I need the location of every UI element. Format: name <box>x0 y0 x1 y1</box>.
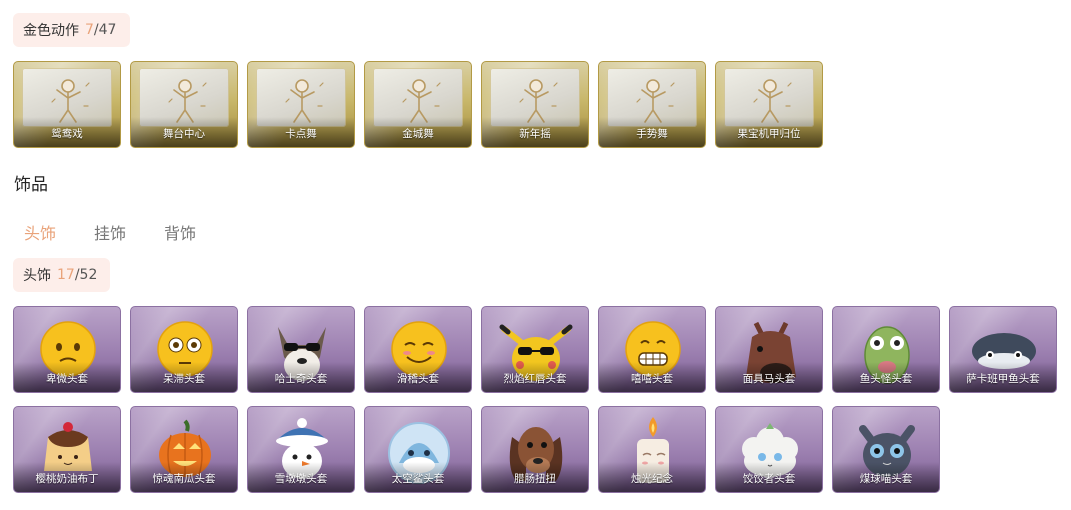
head-accessory-counter: 头饰 17 / 52 <box>13 258 110 292</box>
head-accessory-card[interactable]: 雪墩墩头套 <box>247 406 355 493</box>
card-label: 金城舞 <box>402 128 434 140</box>
tab-back-accessory[interactable]: 背饰 <box>164 220 196 244</box>
accessories-section-title: 饰品 <box>14 175 48 195</box>
card-label: 雪墩墩头套 <box>274 473 328 485</box>
card-label: 卡点舞 <box>285 128 317 140</box>
head-accessory-card[interactable]: 煤球喵头套 <box>832 406 940 493</box>
card-label: 呆滞头套 <box>163 373 205 385</box>
head-accessory-card[interactable]: 太空鲨头套 <box>364 406 472 493</box>
head-accessory-card[interactable]: 呆滞头套 <box>130 306 238 393</box>
gold-actions-total: 47 <box>98 22 117 38</box>
head-accessory-card[interactable]: 哈士奇头套 <box>247 306 355 393</box>
card-label: 舞台中心 <box>163 128 205 140</box>
tab-hanging-accessory[interactable]: 挂饰 <box>94 220 126 244</box>
card-label: 饺饺者头套 <box>742 473 796 485</box>
card-label: 嘻嘻头套 <box>631 373 673 385</box>
card-label: 烛光纪念 <box>631 473 673 485</box>
card-label: 萨卡班甲鱼头套 <box>966 373 1040 385</box>
head-accessory-card[interactable]: 面具马头套 <box>715 306 823 393</box>
card-label: 烈焰红唇头套 <box>503 373 567 385</box>
head-accessory-card[interactable]: 卑微头套 <box>13 306 121 393</box>
gold-action-card[interactable]: 金城舞 <box>364 61 472 148</box>
card-label: 太空鲨头套 <box>391 473 445 485</box>
card-label: 卑微头套 <box>46 373 88 385</box>
gold-action-card[interactable]: 鸳鸯戏 <box>13 61 121 148</box>
gold-action-card[interactable]: 果宝机甲归位 <box>715 61 823 148</box>
gold-actions-owned: 7 <box>85 22 94 38</box>
card-label: 煤球喵头套 <box>859 473 913 485</box>
head-accessory-card[interactable]: 烈焰红唇头套 <box>481 306 589 393</box>
card-label: 惊魂南瓜头套 <box>152 473 216 485</box>
gold-action-card[interactable]: 手势舞 <box>598 61 706 148</box>
card-label: 手势舞 <box>636 128 668 140</box>
head-accessory-owned: 17 <box>57 267 75 283</box>
gold-action-card[interactable]: 舞台中心 <box>130 61 238 148</box>
head-accessory-card[interactable]: 惊魂南瓜头套 <box>130 406 238 493</box>
gold-actions-grid: 鸳鸯戏 舞台中心 卡点舞 金城舞 新年摇 手势舞 果宝机甲归位 <box>13 61 823 148</box>
gold-action-card[interactable]: 卡点舞 <box>247 61 355 148</box>
head-accessory-grid-row-2: 樱桃奶油布丁 惊魂南瓜头套 雪墩墩头套 太空鲨头套 腊肠扭扭 烛光纪念 饺饺者头套 煤球喵头套 <box>13 406 940 493</box>
head-accessory-card[interactable]: 鱼头怪头套 <box>832 306 940 393</box>
head-accessory-card[interactable]: 滑稽头套 <box>364 306 472 393</box>
head-accessory-card[interactable]: 嘻嘻头套 <box>598 306 706 393</box>
gold-actions-counter: 金色动作 7 / 47 <box>13 13 130 47</box>
head-accessory-grid-row-1: 卑微头套 呆滞头套 哈士奇头套 滑稽头套 烈焰红唇头套 嘻嘻头套 面具马头套 鱼头怪头套 萨卡班… <box>13 306 1057 393</box>
card-label: 哈士奇头套 <box>274 373 328 385</box>
card-label: 滑稽头套 <box>397 373 439 385</box>
card-label: 果宝机甲归位 <box>737 128 801 140</box>
head-accessory-card[interactable]: 烛光纪念 <box>598 406 706 493</box>
card-label: 面具马头套 <box>742 373 796 385</box>
head-accessory-card[interactable]: 萨卡班甲鱼头套 <box>949 306 1057 393</box>
head-accessory-card[interactable]: 樱桃奶油布丁 <box>13 406 121 493</box>
gold-action-card[interactable]: 新年摇 <box>481 61 589 148</box>
head-accessory-card[interactable]: 饺饺者头套 <box>715 406 823 493</box>
head-accessory-total: 52 <box>79 267 98 283</box>
accessory-tabs: 头饰 挂饰 背饰 <box>24 220 196 244</box>
head-accessory-card[interactable]: 腊肠扭扭 <box>481 406 589 493</box>
head-accessory-title: 头饰 <box>23 268 51 284</box>
gold-actions-title: 金色动作 <box>23 23 79 39</box>
card-label: 鸳鸯戏 <box>51 128 83 140</box>
card-label: 新年摇 <box>519 128 551 140</box>
tab-head-accessory[interactable]: 头饰 <box>24 220 56 244</box>
card-label: 腊肠扭扭 <box>514 473 556 485</box>
card-label: 樱桃奶油布丁 <box>35 473 99 485</box>
card-label: 鱼头怪头套 <box>859 373 913 385</box>
